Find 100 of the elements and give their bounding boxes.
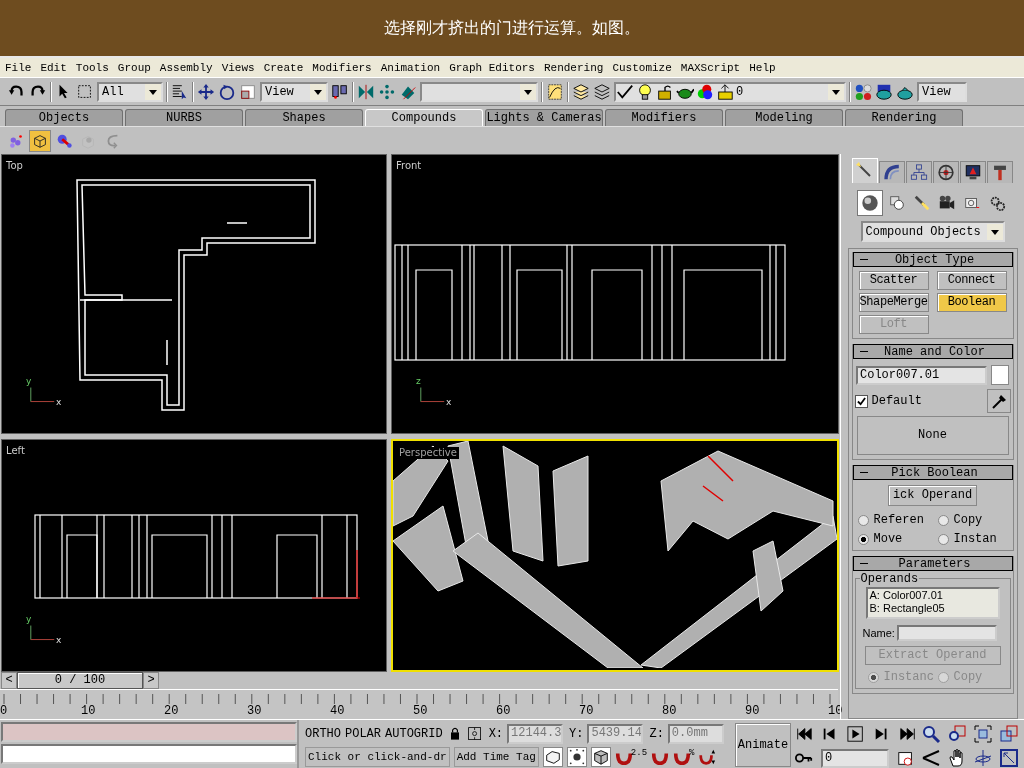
tab[interactable]: Modifiers <box>605 109 723 126</box>
viewport[interactable]: Left y x <box>1 439 387 672</box>
cube-icon[interactable] <box>590 746 611 767</box>
go-to-start-icon[interactable] <box>795 725 813 743</box>
menu-item[interactable]: Customize <box>612 61 672 74</box>
tab[interactable]: Modeling <box>725 109 843 126</box>
menu-item[interactable]: Create <box>263 61 304 74</box>
maximize-viewport-icon[interactable] <box>999 748 1019 768</box>
motion-tab-icon[interactable] <box>933 161 959 183</box>
tab[interactable]: Lights & Cameras <box>485 109 603 126</box>
menu-item[interactable]: Animation <box>380 61 441 74</box>
default-checkbox[interactable] <box>854 394 868 408</box>
scale-icon[interactable] <box>239 82 257 101</box>
zoom-extents-all-icon[interactable] <box>999 724 1019 744</box>
mirror-icon[interactable] <box>357 82 375 101</box>
shapes-icon[interactable] <box>887 193 907 213</box>
current-frame-field[interactable]: 0 <box>821 748 889 768</box>
menu-item[interactable]: Rendering <box>543 61 604 74</box>
autogrid-toggle[interactable]: AUTOGRID <box>385 726 443 741</box>
time-configuration-icon[interactable] <box>897 749 915 767</box>
material-editor-icon[interactable] <box>854 82 872 101</box>
select-by-name-icon[interactable] <box>171 82 189 101</box>
menu-item[interactable]: Assembly <box>159 61 213 74</box>
menu-item[interactable]: Group <box>117 61 151 74</box>
next-frame-button[interactable]: > <box>143 672 159 689</box>
add-time-tag-button[interactable]: Add Time Tag <box>453 746 539 767</box>
operands-list[interactable]: A: Color007.01 B: Rectangle05 <box>865 587 1000 619</box>
menu-item[interactable]: Views <box>221 61 255 74</box>
reference-coordinate-dropdown[interactable]: View <box>260 81 328 102</box>
light-icon[interactable] <box>912 193 932 213</box>
viewport[interactable]: Perspective <box>391 439 839 672</box>
rollout-header[interactable]: Pick Boolean <box>852 465 1013 480</box>
material-button[interactable]: None <box>856 416 1009 455</box>
animate-button[interactable]: Animate <box>735 723 791 767</box>
operand-item[interactable]: B: Rectangle05 <box>869 602 998 615</box>
color-swatch[interactable] <box>991 365 1009 385</box>
viewport[interactable]: Front z x <box>391 154 839 434</box>
ortho-toggle[interactable]: ORTHO <box>305 726 341 741</box>
radio-button[interactable] <box>937 514 949 526</box>
render-type-field[interactable]: View <box>917 81 967 102</box>
menu-item[interactable]: File <box>5 61 32 74</box>
align-icon[interactable] <box>331 82 349 101</box>
operand-name-field[interactable] <box>896 625 997 641</box>
absolute-mode-icon[interactable] <box>466 725 483 742</box>
object-type-button[interactable]: ShapeMerge <box>858 293 929 312</box>
utilities-tab-icon[interactable] <box>987 161 1013 183</box>
menu-item[interactable]: Help <box>749 61 776 74</box>
hierarchy-tab-icon[interactable] <box>906 161 932 183</box>
boolean-cube-icon[interactable] <box>30 130 50 151</box>
box-icon[interactable] <box>542 746 563 767</box>
script-listener-field[interactable] <box>1 722 297 742</box>
radio-button[interactable] <box>857 533 869 545</box>
object-type-button[interactable]: Connect <box>936 271 1007 290</box>
array-icon[interactable] <box>378 82 396 101</box>
move-icon[interactable] <box>197 82 215 101</box>
viewport[interactable]: Top y x <box>1 154 387 434</box>
layers-icon[interactable] <box>593 82 611 101</box>
menu-item[interactable]: Graph Editors <box>449 61 535 74</box>
rotate-icon[interactable] <box>218 82 236 101</box>
menu-item[interactable]: Edit <box>40 61 67 74</box>
tab[interactable]: NURBS <box>125 109 243 126</box>
zoom-all-icon[interactable] <box>947 724 967 744</box>
object-type-button[interactable]: Scatter <box>858 271 929 290</box>
category-dropdown[interactable]: Compound Objects <box>860 221 1005 242</box>
menu-item[interactable]: Modifiers <box>312 61 372 74</box>
object-name-field[interactable]: Color007.01 <box>856 365 987 385</box>
radio-button[interactable] <box>857 514 869 526</box>
tab[interactable]: Rendering <box>845 109 963 126</box>
time-slider-thumb[interactable]: 0 / 100 <box>17 672 143 689</box>
script-output-field[interactable] <box>1 744 297 764</box>
geometry-icon[interactable] <box>858 191 882 215</box>
radio-button[interactable] <box>937 533 949 545</box>
tab[interactable]: Compounds <box>365 109 483 126</box>
rollout-header[interactable]: Name and Color <box>852 344 1013 359</box>
orbit-icon[interactable] <box>973 748 993 768</box>
polar-toggle[interactable]: POLAR <box>345 726 382 741</box>
render-scene-icon[interactable] <box>875 82 893 101</box>
rollout-header[interactable]: Object Type <box>852 252 1013 267</box>
region-select-icon[interactable] <box>76 82 94 101</box>
display-tab-icon[interactable] <box>960 161 986 183</box>
layer-dropdown[interactable]: 0 <box>614 81 846 102</box>
selection-filter-dropdown[interactable]: All <box>97 81 163 102</box>
spinner-snap-magnet-icon[interactable] <box>698 747 717 766</box>
operand-item[interactable]: A: Color007.01 <box>869 589 998 602</box>
pick-operand-button[interactable]: ick Operand <box>887 485 978 506</box>
zoom-icon[interactable] <box>921 724 941 744</box>
track-view-icon[interactable] <box>546 82 564 101</box>
create-tab-icon[interactable] <box>852 158 878 183</box>
layer-manager-icon[interactable] <box>572 82 590 101</box>
tab[interactable]: Shapes <box>245 109 363 126</box>
previous-frame-button[interactable]: < <box>1 672 17 689</box>
zoom-extents-icon[interactable] <box>973 724 993 744</box>
rollout-header[interactable]: Parameters <box>852 556 1013 571</box>
play-icon[interactable] <box>847 725 865 743</box>
go-to-end-icon[interactable] <box>899 725 917 743</box>
eyedropper-icon[interactable] <box>986 389 1011 413</box>
menu-item[interactable]: Tools <box>75 61 109 74</box>
object-type-button[interactable]: Boolean <box>936 293 1007 312</box>
menu-item[interactable]: MAXScript <box>680 61 741 74</box>
modify-tab-icon[interactable] <box>879 161 905 183</box>
